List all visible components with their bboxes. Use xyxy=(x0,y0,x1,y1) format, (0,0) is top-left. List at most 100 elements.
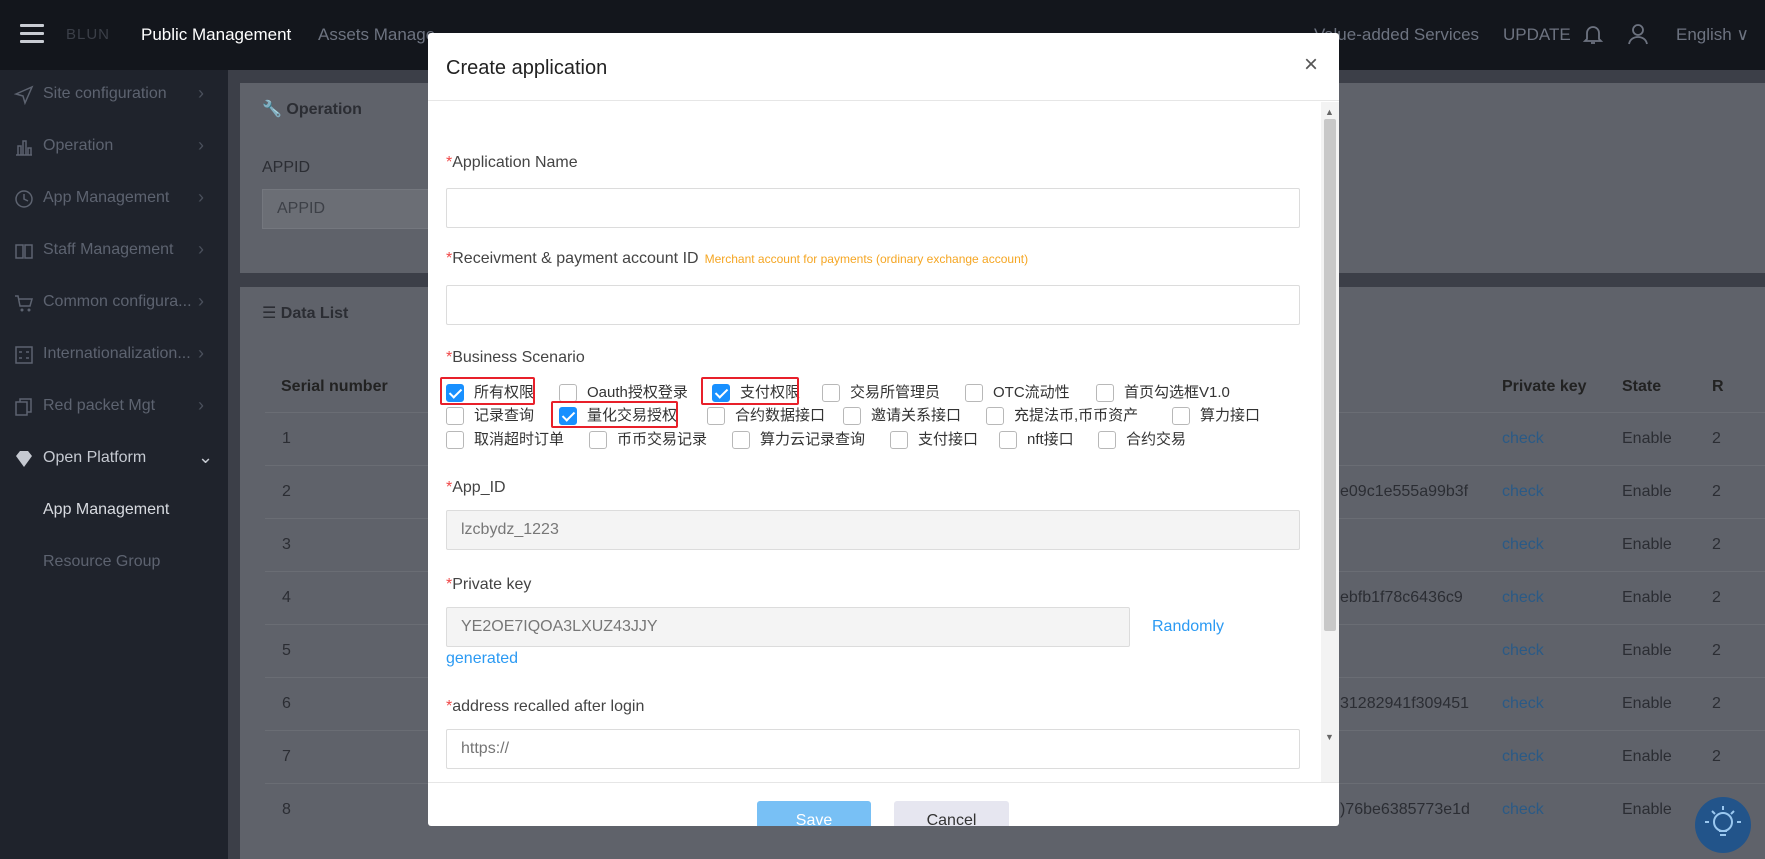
operation-title: 🔧 Operation xyxy=(262,101,362,118)
checkbox-icon[interactable] xyxy=(1096,384,1114,402)
column-serial-number: Serial number xyxy=(281,378,388,395)
sidebar-item-label: App Management xyxy=(43,501,170,518)
cell-state: Enable xyxy=(1622,430,1672,447)
cell-check-link[interactable]: check xyxy=(1502,642,1544,660)
cell-r: 2 xyxy=(1712,536,1721,553)
dialog-body: *Application Name *Receivment & payment … xyxy=(428,102,1321,782)
sidebar-item-label: Site configuration xyxy=(43,85,167,102)
highlight-box xyxy=(551,401,678,428)
cell-check-link[interactable]: check xyxy=(1502,801,1544,819)
cell-serial: 8 xyxy=(282,801,291,818)
sidebar-item-operation[interactable]: Operation › xyxy=(0,125,228,169)
copy-icon xyxy=(15,398,32,416)
checkbox-icon[interactable] xyxy=(999,431,1017,449)
cell-check-link[interactable]: check xyxy=(1502,430,1544,448)
sidebar-item-label: Resource Group xyxy=(43,553,161,570)
cell-check-link[interactable]: check xyxy=(1502,589,1544,607)
cell-r: 2 xyxy=(1712,483,1721,500)
application-name-input[interactable] xyxy=(446,188,1300,228)
address-label: *address recalled after login xyxy=(446,698,645,715)
private-key-input xyxy=(446,607,1130,647)
scroll-down-icon[interactable]: ▼ xyxy=(1325,732,1334,742)
cell-check-link[interactable]: check xyxy=(1502,748,1544,766)
chevron-right-icon: › xyxy=(198,187,204,207)
nav-update[interactable]: UPDATE xyxy=(1503,25,1571,45)
appid-label: APPID xyxy=(262,159,311,176)
bar-chart-icon xyxy=(16,140,32,156)
sidebar-item-label: App Management xyxy=(43,189,170,206)
sidebar-item-open-platform[interactable]: Open Platform ⌄ xyxy=(0,437,228,481)
cell-state: Enable xyxy=(1622,801,1672,818)
checkbox-icon[interactable] xyxy=(1098,431,1116,449)
checkbox-icon[interactable] xyxy=(446,407,464,425)
close-icon[interactable]: × xyxy=(1304,51,1318,79)
chevron-right-icon: › xyxy=(198,291,204,311)
sidebar-item-site-configuration[interactable]: Site configuration › xyxy=(0,73,228,117)
cell-state: Enable xyxy=(1622,748,1672,765)
account-id-hint: Merchant account for payments (ordinary … xyxy=(704,252,1029,266)
nav-assets-management[interactable]: Assets Manage xyxy=(318,25,435,45)
cart-icon xyxy=(15,295,33,312)
checkbox-icon[interactable] xyxy=(986,407,1004,425)
cell-serial: 3 xyxy=(282,536,291,553)
checkbox-icon[interactable] xyxy=(589,431,607,449)
cell-serial: 5 xyxy=(282,642,291,659)
checkbox-icon[interactable] xyxy=(965,384,983,402)
checkbox-icon[interactable] xyxy=(822,384,840,402)
scenario-label: 记录查询 xyxy=(474,407,535,424)
randomly-generated-link-wrap[interactable]: generated xyxy=(446,650,518,668)
scenario-label: 交易所管理员 xyxy=(850,384,941,401)
cell-check-link[interactable]: check xyxy=(1502,695,1544,713)
sidebar-item-app-management[interactable]: App Management › xyxy=(0,177,228,221)
sidebar-subitem-resource-group[interactable]: Resource Group xyxy=(0,541,228,585)
cell-serial: 1 xyxy=(282,430,291,447)
cell-state: Enable xyxy=(1622,536,1672,553)
cell-check-link[interactable]: check xyxy=(1502,536,1544,554)
data-list-title: ☰ Data List xyxy=(262,305,349,322)
scenario-label: 合约数据接口 xyxy=(735,407,826,424)
user-icon[interactable] xyxy=(1626,22,1650,46)
cancel-button[interactable]: Cancel xyxy=(894,801,1009,826)
cell-r: 2 xyxy=(1712,748,1721,765)
sidebar-item-common-configuration[interactable]: Common configura... › xyxy=(0,281,228,325)
checkbox-icon[interactable] xyxy=(707,407,725,425)
cell-check-link[interactable]: check xyxy=(1502,483,1544,501)
checkbox-icon[interactable] xyxy=(446,431,464,449)
column-private-key: Private key xyxy=(1502,378,1587,395)
save-button[interactable]: Save xyxy=(757,801,871,826)
business-scenario-label: *Business Scenario xyxy=(446,349,585,366)
column-r: R xyxy=(1712,378,1724,395)
bell-icon[interactable] xyxy=(1581,22,1605,46)
sidebar-item-internationalization[interactable]: Internationalization... › xyxy=(0,333,228,377)
sidebar-item-staff-management[interactable]: Staff Management › xyxy=(0,229,228,273)
address-input[interactable] xyxy=(446,729,1300,769)
book-icon xyxy=(15,244,33,259)
cell-hash: ebfb1f78c6436c9 xyxy=(1340,589,1463,606)
checkbox-icon[interactable] xyxy=(732,431,750,449)
account-id-input[interactable] xyxy=(446,285,1300,325)
sidebar-subitem-app-management[interactable]: App Management xyxy=(0,489,228,533)
scenario-label: 算力接口 xyxy=(1200,407,1261,424)
clock-icon xyxy=(15,190,33,208)
chevron-down-icon: ⌄ xyxy=(198,447,214,467)
dialog-header: Create application × xyxy=(428,33,1339,101)
scroll-up-icon[interactable]: ▲ xyxy=(1325,107,1334,117)
randomly-generated-link[interactable]: Randomly xyxy=(1152,618,1224,636)
nav-public-management[interactable]: Public Management xyxy=(141,25,291,45)
scenario-label: OTC流动性 xyxy=(993,384,1070,401)
checkbox-icon[interactable] xyxy=(890,431,908,449)
menu-icon[interactable] xyxy=(20,24,44,46)
scenario-label: 邀请关系接口 xyxy=(871,407,962,424)
help-lightbulb-button[interactable] xyxy=(1695,797,1751,853)
checkbox-icon[interactable] xyxy=(1172,407,1190,425)
sidebar-item-label: Operation xyxy=(43,137,114,154)
checkbox-icon[interactable] xyxy=(559,384,577,402)
sidebar-item-red-packet[interactable]: Red packet Mgt › xyxy=(0,385,228,429)
appid-search-input[interactable]: APPID xyxy=(262,189,432,229)
scrollbar-thumb[interactable] xyxy=(1324,119,1336,631)
highlight-box xyxy=(701,377,799,405)
scenario-label: 合约交易 xyxy=(1126,431,1187,448)
checkbox-icon[interactable] xyxy=(843,407,861,425)
account-id-label: *Receivment & payment account ID Merchant… xyxy=(446,250,1029,267)
language-selector[interactable]: English ∨ xyxy=(1676,25,1749,45)
